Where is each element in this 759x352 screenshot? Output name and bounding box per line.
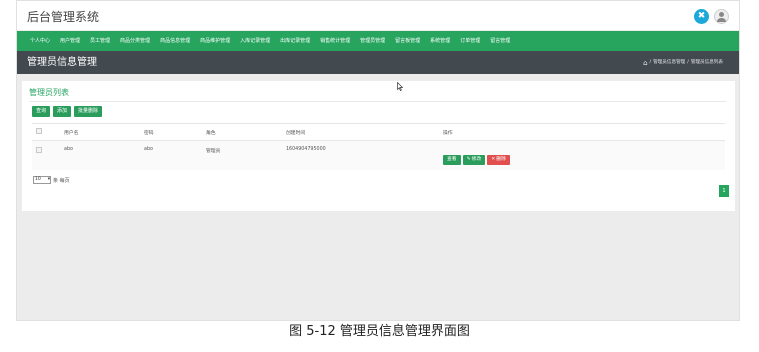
nav-item-system[interactable]: 系统管理 (425, 31, 455, 51)
search-button[interactable]: 查询 (32, 106, 51, 117)
column-header-password: 密码 (140, 123, 202, 141)
breadcrumb-separator: / (649, 60, 652, 65)
nav-item-personal-center[interactable]: 个人中心 (25, 31, 55, 51)
page-button-1[interactable]: 1 (719, 185, 729, 197)
nav-item-product-info[interactable]: 商品信息管理 (155, 31, 195, 51)
admin-list-card: 管理员列表 查询 添加 批量删除 用户名 密码 角色 创建时间 操作 abo a… (22, 81, 735, 211)
edit-label: 修改 (471, 156, 482, 162)
page-size-control: 10 ▾ 条 每页 (33, 176, 70, 184)
card-title: 管理员列表 (29, 88, 69, 97)
nav-item-sales-stats[interactable]: 销售统计管理 (315, 31, 355, 51)
select-all-checkbox[interactable] (36, 128, 42, 134)
nav-item-messages[interactable]: 留言管理 (485, 31, 515, 51)
table-row: abo abo 管理员 1604904795000 查看 ✎ 修改 ✕ 删除 (32, 140, 725, 170)
delete-label: 删除 (496, 156, 506, 162)
view-label: 查看 (447, 156, 457, 162)
nav-item-admins[interactable]: 管理员管理 (355, 31, 390, 51)
top-bar: 后台管理系统 ✖ (17, 1, 739, 30)
cursor-icon (397, 82, 403, 91)
page-title: 管理员信息管理 (27, 57, 97, 68)
page-size-select[interactable]: 10 ▾ (33, 176, 51, 184)
select-all-cell (32, 123, 60, 141)
nav-item-employees[interactable]: 员工管理 (85, 31, 115, 51)
breadcrumb-separator: / (687, 60, 689, 65)
cell-actions: 查看 ✎ 修改 ✕ 删除 (439, 140, 725, 170)
page-header: 管理员信息管理 ⌂ / 管理员信息管理 / 管理员信息列表 (17, 51, 739, 74)
edit-button[interactable]: ✎ 修改 (462, 154, 486, 165)
nav-item-product-categories[interactable]: 商品分类管理 (115, 31, 155, 51)
view-button[interactable]: 查看 (443, 154, 461, 165)
row-checkbox[interactable] (36, 147, 42, 153)
chevron-down-icon: ▾ (47, 177, 50, 182)
delete-icon: ✕ (491, 156, 496, 162)
nav-item-message-board[interactable]: 留言板管理 (390, 31, 425, 51)
nav-item-orders[interactable]: 订单管理 (455, 31, 485, 51)
app-title: 后台管理系统 (27, 10, 100, 24)
nav-item-stock-out[interactable]: 出库记录管理 (275, 31, 315, 51)
page-size-label: 条 每页 (53, 177, 70, 184)
toolbar: 查询 添加 批量删除 (32, 106, 103, 117)
cell-password: abo (140, 140, 202, 170)
column-header-role: 角色 (202, 123, 282, 141)
page-size-value: 10 (35, 177, 41, 182)
main-nav: 个人中心 用户管理 员工管理 商品分类管理 商品信息管理 商品维护管理 入库记录… (17, 31, 739, 51)
home-icon[interactable]: ⌂ (643, 59, 647, 67)
cell-username: abo (60, 140, 140, 170)
admin-table: 用户名 密码 角色 创建时间 操作 abo abo 管理员 1604904795… (32, 123, 725, 170)
nav-item-users[interactable]: 用户管理 (55, 31, 85, 51)
delete-button[interactable]: ✕ 删除 (487, 154, 510, 165)
add-button[interactable]: 添加 (53, 106, 72, 117)
cell-role: 管理员 (202, 140, 282, 170)
column-header-username: 用户名 (60, 123, 140, 141)
edit-icon: ✎ (466, 156, 471, 162)
row-select-cell (32, 140, 60, 170)
app-window: 后台管理系统 ✖ 个人中心 用户管理 员工管理 商品分类管理 商品信息管理 商品… (16, 0, 740, 321)
nav-item-stock-in[interactable]: 入库记录管理 (235, 31, 275, 51)
nav-item-product-maintenance[interactable]: 商品维护管理 (195, 31, 235, 51)
breadcrumb-item[interactable]: 管理员信息管理 (653, 59, 685, 67)
column-header-actions: 操作 (439, 123, 725, 141)
column-header-created: 创建时间 (282, 123, 439, 141)
figure-caption: 图 5-12 管理员信息管理界面图 (289, 324, 470, 339)
breadcrumb-item-current: 管理员信息列表 (690, 60, 723, 65)
cell-created: 1604904795000 (282, 140, 439, 170)
divider (29, 101, 726, 102)
batch-delete-button[interactable]: 批量删除 (74, 106, 103, 117)
breadcrumb: ⌂ / 管理员信息管理 / 管理员信息列表 (643, 59, 723, 67)
user-icon[interactable] (714, 9, 729, 24)
shuffle-icon[interactable]: ✖ (694, 9, 709, 24)
table-header-row: 用户名 密码 角色 创建时间 操作 (32, 123, 725, 141)
